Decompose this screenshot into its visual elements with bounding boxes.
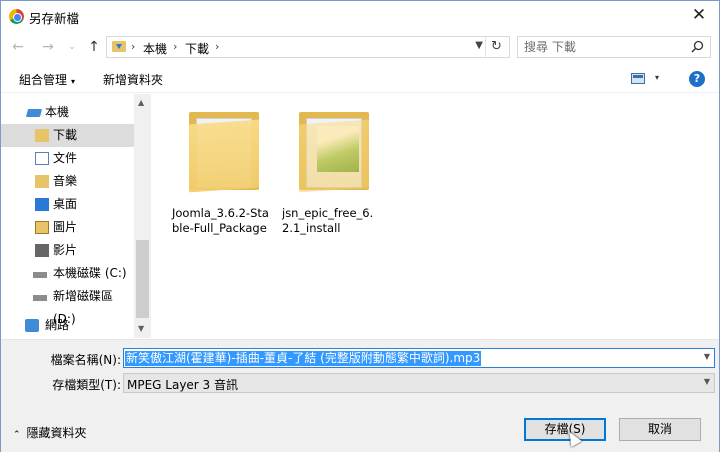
cancel-button[interactable]: 取消 <box>619 418 701 441</box>
breadcrumb-separator[interactable]: › <box>131 40 135 53</box>
desktop-icon <box>35 198 49 211</box>
save-as-dialog: 另存新檔 ✕ ← → ⌄ ↑ › 本機 › 下載 › ▼ ↻ 組合管理▾ <box>0 0 720 452</box>
folder-icon <box>189 112 259 193</box>
sidebar-item-this-pc[interactable]: 本機 <box>1 101 134 124</box>
search-icon[interactable] <box>691 40 704 53</box>
sidebar-item-documents[interactable]: 文件 <box>1 147 134 170</box>
sidebar-item-label: 音樂 <box>53 174 78 188</box>
filetype-dropdown-icon[interactable]: ▼ <box>704 377 710 386</box>
navigation-bar: ← → ⌄ ↑ › 本機 › 下載 › ▼ ↻ <box>1 33 719 61</box>
drive-d-icon <box>33 295 47 301</box>
filename-label: 檔案名稱(N): <box>50 353 121 367</box>
scroll-down-icon[interactable]: ▼ <box>138 324 144 333</box>
sidebar-item-label: 下載 <box>53 128 78 142</box>
file-item-joomla[interactable]: Joomla_3.6.2-Stable-Full_Package <box>172 106 272 246</box>
scroll-up-icon[interactable]: ▲ <box>138 98 144 107</box>
filetype-label: 存檔類型(T): <box>52 378 121 392</box>
music-icon <box>35 175 49 188</box>
window-title: 另存新檔 <box>29 11 80 26</box>
videos-icon <box>35 244 49 257</box>
help-icon[interactable]: ? <box>689 71 705 87</box>
sidebar-item-drive-c[interactable]: 本機磁碟 (C:) <box>1 262 134 285</box>
view-options-icon[interactable] <box>631 73 645 84</box>
breadcrumb-this-pc[interactable]: 本機 <box>143 40 167 57</box>
downloads-folder-icon <box>112 41 126 52</box>
drive-c-icon <box>33 272 47 278</box>
recent-locations-button[interactable]: ⌄ <box>63 37 81 57</box>
filetype-value: MPEG Layer 3 音訊 <box>127 378 239 392</box>
navigation-pane: 本機 下載 文件 音樂 桌面 圖片 影片 本機磁碟 (C:) 新增磁碟區 (D:… <box>1 94 151 338</box>
sidebar-item-drive-d[interactable]: 新增磁碟區 (D:) <box>1 285 134 326</box>
sidebar-item-videos[interactable]: 影片 <box>1 239 134 262</box>
search-box[interactable] <box>517 36 711 58</box>
file-name: Joomla_3.6.2-Stable-Full_Package <box>172 206 269 235</box>
sidebar-item-label: 影片 <box>53 243 78 257</box>
pc-icon <box>25 109 43 117</box>
forward-button[interactable]: → <box>39 37 57 57</box>
view-dropdown-icon[interactable]: ▾ <box>655 73 659 82</box>
hide-folders-label: 隱藏資料夾 <box>26 426 87 440</box>
sidebar-item-label: 網路 <box>45 318 70 332</box>
pictures-icon <box>35 221 49 234</box>
sidebar-item-downloads[interactable]: 下載 <box>1 124 134 147</box>
chrome-icon <box>9 9 24 24</box>
sidebar-item-label: 桌面 <box>53 197 78 211</box>
sidebar-item-label: 文件 <box>53 151 78 165</box>
organize-label: 組合管理 <box>19 73 68 87</box>
sidebar-scrollbar[interactable]: ▲ ▼ <box>134 94 151 338</box>
command-toolbar: 組合管理 ▾ 新增資料夾 ▾ ? <box>1 63 719 93</box>
sidebar-item-label: 本機 <box>45 105 70 119</box>
scrollbar-thumb[interactable] <box>136 240 149 318</box>
sidebar-item-music[interactable]: 音樂 <box>1 170 134 193</box>
filename-field[interactable]: 新笑傲江湖(霍建華)-插曲-董貞-了結 (完整版附動態繁中歌詞).mp3 ▼ <box>123 348 715 368</box>
up-button[interactable]: ↑ <box>85 37 103 57</box>
hide-folders-toggle[interactable]: ⌃ 隱藏資料夾 <box>13 424 87 441</box>
folder-icon <box>299 112 369 193</box>
title-bar: 另存新檔 ✕ <box>1 1 719 31</box>
save-form: 檔案名稱(N): 新笑傲江湖(霍建華)-插曲-董貞-了結 (完整版附動態繁中歌詞… <box>1 339 719 452</box>
breadcrumb-separator[interactable]: › <box>173 40 177 53</box>
documents-icon <box>35 152 49 165</box>
filename-dropdown-icon[interactable]: ▼ <box>704 352 710 361</box>
network-icon <box>25 319 39 332</box>
back-button[interactable]: ← <box>9 37 27 57</box>
filename-value[interactable]: 新笑傲江湖(霍建華)-插曲-董貞-了結 (完整版附動態繁中歌詞).mp3 <box>125 351 482 366</box>
file-item-jsn-epic[interactable]: jsn_epic_free_6.2.1_install <box>282 106 382 246</box>
filetype-select[interactable]: MPEG Layer 3 音訊 ▼ <box>123 373 715 393</box>
file-list: Joomla_3.6.2-Stable-Full_Package jsn_epi… <box>152 94 719 338</box>
address-dropdown-button[interactable]: ▼ <box>475 40 483 51</box>
sidebar-item-network[interactable]: 網路 <box>1 314 134 337</box>
search-input[interactable] <box>524 39 684 55</box>
chevron-up-icon: ⌃ <box>13 430 21 440</box>
file-name: jsn_epic_free_6.2.1_install <box>282 206 374 235</box>
downloads-folder-icon <box>35 129 49 142</box>
close-button[interactable]: ✕ <box>689 5 709 25</box>
breadcrumb-downloads[interactable]: 下載 <box>185 40 209 57</box>
breadcrumb-separator[interactable]: › <box>215 40 219 53</box>
sidebar-item-label: 本機磁碟 (C:) <box>53 266 127 280</box>
sidebar-item-desktop[interactable]: 桌面 <box>1 193 134 216</box>
new-folder-button[interactable]: 新增資料夾 <box>103 71 163 88</box>
sidebar-item-label: 圖片 <box>53 220 78 234</box>
organize-menu[interactable]: 組合管理 ▾ <box>19 71 75 88</box>
refresh-button[interactable]: ↻ <box>485 37 507 57</box>
sidebar-item-pictures[interactable]: 圖片 <box>1 216 134 239</box>
chevron-down-icon: ▾ <box>71 77 76 86</box>
address-bar[interactable]: › 本機 › 下載 › ▼ ↻ <box>106 36 510 58</box>
